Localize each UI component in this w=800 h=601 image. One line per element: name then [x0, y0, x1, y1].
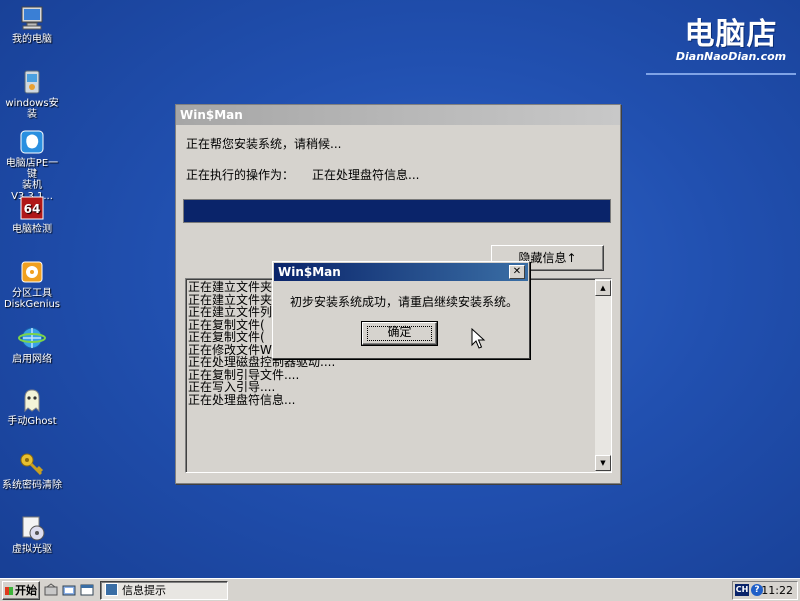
app-window-icon [105, 583, 118, 596]
start-label: 开始 [15, 584, 37, 597]
desktop-icon-windows-setup[interactable]: windows安装 [2, 68, 62, 120]
brand-logo: 电脑店 DianNaoDian.com [646, 17, 796, 75]
log-entry: 正在写入引导.... [188, 380, 276, 394]
desktop-icon-virtual-cd[interactable]: 虚拟光驱 [2, 514, 62, 555]
ime-indicator[interactable]: CH [735, 584, 749, 596]
desktop-icon-label: 手动Ghost [7, 416, 57, 427]
dialog-title-bar[interactable]: Win$Man ✕ [274, 263, 528, 281]
log-scrollbar[interactable]: ▲ ▼ [595, 279, 611, 472]
desktop-icon-network[interactable]: 启用网络 [2, 324, 62, 365]
installer-title[interactable]: Win$Man [176, 105, 620, 125]
desktop-icon-label: windows安装 [5, 98, 59, 120]
desktop-icon-label: 电脑检测 [12, 224, 52, 235]
taskbar-item-label: 信息提示 [122, 584, 166, 597]
brand-name-cn: 电脑店 [684, 17, 778, 52]
desktop-icon-label: 虚拟光驱 [12, 544, 52, 555]
scroll-down-icon[interactable]: ▼ [595, 455, 611, 471]
current-op-label: 正在执行的操作为： [186, 168, 295, 182]
quicklaunch-window-icon[interactable] [80, 583, 94, 597]
desktop-icon-my-computer[interactable]: 我的电脑 [2, 4, 62, 45]
taskbar-item-info[interactable]: 信息提示 [100, 581, 228, 600]
quicklaunch-tool-icon[interactable] [44, 583, 58, 597]
close-icon[interactable]: ✕ [509, 265, 525, 279]
pe-icon [20, 130, 44, 154]
desktop-icon-password[interactable]: 系统密码清除 [2, 450, 62, 491]
start-button[interactable]: 开始 [2, 581, 40, 600]
desktop-icon-label: 系统密码清除 [2, 480, 62, 491]
desktop-icon-pe-setup[interactable]: 电脑店PE一键 装机 V3.3.1... [2, 128, 62, 202]
diskgenius-icon [21, 261, 43, 283]
log-entry: 正在处理盘符信息... [188, 392, 296, 407]
svg-text:64: 64 [24, 202, 41, 216]
cdrom-icon [22, 516, 45, 541]
desktop-icon-label: 我的电脑 [12, 34, 52, 45]
brand-name-en: DianNaoDian.com [675, 50, 787, 63]
desktop-icon-label: 分区工具 DiskGenius [3, 288, 61, 310]
ghost-icon [24, 389, 40, 413]
progress-fill [184, 200, 610, 222]
dialog-title: Win$Man [278, 265, 341, 279]
current-op-value: 正在处理盘符信息... [312, 168, 420, 182]
quicklaunch-folder-icon[interactable] [62, 583, 76, 597]
dialog-message: 初步安装系统成功，请重启继续安装系统。 [290, 295, 519, 309]
brand-underline [646, 73, 796, 75]
status-line: 正在帮您安装系统，请稍候... [186, 137, 342, 151]
key-icon [20, 453, 44, 476]
clock[interactable]: 11:22 [761, 583, 793, 598]
desktop-icon-label: 启用网络 [12, 354, 52, 365]
network-icon [18, 327, 46, 349]
taskbar: 开始 信息提示 CH ? 11:22 [0, 578, 800, 601]
computer-icon [21, 6, 43, 30]
mouse-cursor-icon [471, 328, 486, 349]
progress-bar [183, 199, 611, 223]
desktop-icon-ghost[interactable]: 手动Ghost [2, 386, 62, 427]
desktop-icon-diskgenius[interactable]: 分区工具 DiskGenius [2, 258, 62, 310]
message-dialog: Win$Man ✕ 初步安装系统成功，请重启继续安装系统。 确定 [272, 261, 530, 359]
windows-flag-icon [5, 587, 13, 595]
desktop-icon-pc-check[interactable]: 64 电脑检测 [2, 194, 62, 235]
focus-ring [367, 326, 432, 341]
setup-icon [24, 70, 40, 94]
system-tray: CH ? 11:22 [732, 581, 798, 600]
64-icon: 64 [20, 196, 44, 220]
scroll-up-icon[interactable]: ▲ [595, 280, 611, 296]
ok-button[interactable]: 确定 [361, 321, 438, 346]
